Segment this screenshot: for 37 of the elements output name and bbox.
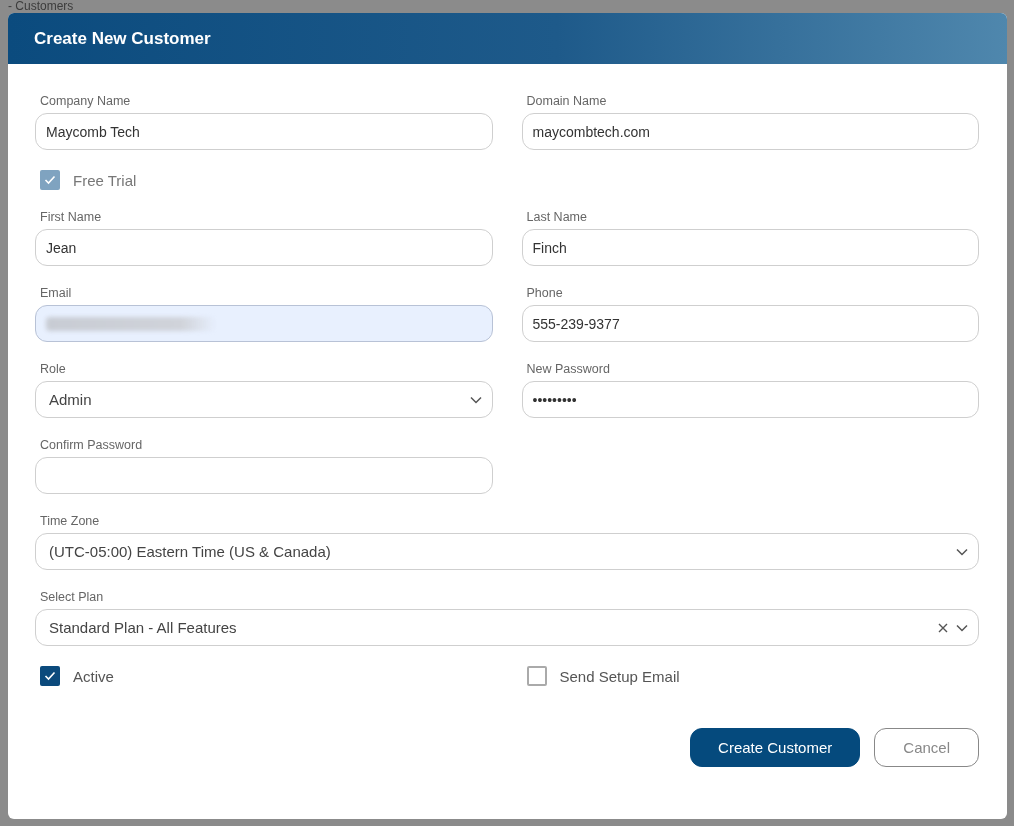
checkbox-label: Active: [73, 667, 114, 685]
field-label: Last Name: [525, 210, 588, 224]
chevron-down-icon[interactable]: [469, 395, 482, 404]
check-icon: [44, 671, 56, 681]
field-label: Role: [39, 362, 67, 376]
chevron-down-icon[interactable]: [956, 547, 968, 556]
field-label: First Name: [39, 210, 103, 224]
text-field[interactable]: Maycomb Tech: [35, 113, 493, 150]
field-label: Confirm Password: [39, 438, 144, 452]
field-label: Company Name: [39, 94, 132, 108]
dialog-title: Create New Customer: [34, 28, 211, 49]
check-icon: [44, 175, 56, 185]
select-field[interactable]: Standard Plan - All Features: [35, 609, 979, 646]
field-label: Phone: [525, 286, 564, 300]
close-icon[interactable]: [938, 622, 948, 633]
field-label: Email: [39, 286, 73, 300]
cancel-button[interactable]: Cancel: [874, 728, 979, 767]
field-label: Select Plan: [39, 590, 105, 604]
select-field[interactable]: (UTC-05:00) Eastern Time (US & Canada): [35, 533, 979, 570]
checkbox-label: Send Setup Email: [559, 667, 680, 685]
select-field[interactable]: Admin: [35, 381, 493, 418]
create-button[interactable]: Create Customer: [690, 728, 861, 767]
checkbox-label: Free Trial: [73, 171, 137, 189]
email-field[interactable]: [35, 305, 493, 342]
text-field[interactable]: •••••••••: [521, 381, 979, 418]
text-field[interactable]: maycombtech.com: [521, 113, 979, 150]
field-label: Domain Name: [525, 94, 608, 108]
page-title: - Customers: [8, 0, 75, 13]
text-field[interactable]: Finch: [521, 229, 979, 266]
text-field[interactable]: 555-239-9377: [521, 305, 979, 342]
field-label: New Password: [525, 362, 611, 376]
chevron-down-icon[interactable]: [956, 623, 968, 632]
text-field[interactable]: [35, 457, 493, 494]
checkbox[interactable]: [40, 666, 60, 686]
field-label: Time Zone: [39, 514, 101, 528]
text-field[interactable]: Jean: [35, 229, 493, 266]
checkbox[interactable]: [526, 666, 547, 686]
